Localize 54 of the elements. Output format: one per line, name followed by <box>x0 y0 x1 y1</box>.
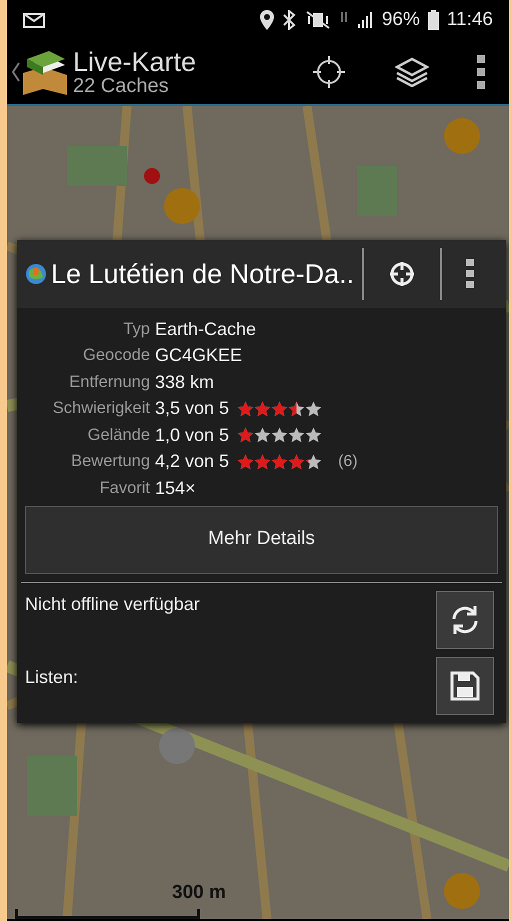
layers-icon[interactable] <box>395 57 429 87</box>
field-label: Typ <box>122 318 151 340</box>
field-label: Schwierigkeit <box>52 398 151 420</box>
battery-percentage: 96% <box>382 8 420 32</box>
earth-cache-icon <box>25 263 47 285</box>
star-icon <box>254 400 272 417</box>
refresh-button[interactable] <box>436 590 494 648</box>
star-icon <box>237 454 254 470</box>
field-label: Entfernung <box>68 372 151 393</box>
star-icon <box>305 454 322 470</box>
signal-icon <box>340 10 374 30</box>
battery-icon <box>428 10 439 30</box>
clock-time: 11:46 <box>446 8 493 32</box>
star-icon <box>254 427 272 444</box>
star-icon <box>254 454 272 470</box>
field-value: 154× <box>155 476 196 500</box>
scale-label: 300 m <box>172 880 226 904</box>
field-label: Bewertung <box>70 451 151 472</box>
rating-count: (6) <box>338 452 358 472</box>
lists-label: Listen: <box>25 666 80 688</box>
location-pin-icon <box>260 10 274 30</box>
field-label: Geocode <box>82 345 151 366</box>
field-value: Earth-Cache <box>155 318 256 341</box>
star-icon <box>271 400 288 417</box>
bluetooth-icon <box>282 10 296 30</box>
star-icon <box>271 427 288 444</box>
overflow-menu-icon[interactable] <box>466 259 474 289</box>
offline-status-text: Nicht offline verfügbar <box>25 592 201 616</box>
star-icon <box>305 427 322 444</box>
star-icon <box>271 454 288 470</box>
star-icon <box>237 427 254 444</box>
crosshair-icon[interactable] <box>311 54 347 90</box>
cache-count: 22 Caches <box>73 76 170 96</box>
star-icon <box>288 454 306 470</box>
field-value: 1,0 von 5 <box>155 424 230 447</box>
field-value: 3,5 von 5 <box>155 397 230 420</box>
field-value: 338 km <box>155 370 214 394</box>
field-value: 4,2 von 5 <box>155 450 230 474</box>
overflow-menu-icon[interactable] <box>477 55 485 89</box>
vibrate-mute-icon <box>304 10 332 30</box>
save-button[interactable] <box>436 656 494 714</box>
field-label: Favorit <box>98 478 151 499</box>
star-icon <box>237 400 254 417</box>
field-label: Gelände <box>86 424 151 446</box>
cache-title: Le Lutétien de Notre-Da.. <box>51 258 354 291</box>
mail-icon <box>23 12 45 28</box>
star-icon <box>305 400 322 417</box>
star-icon <box>288 400 306 417</box>
field-value: GC4GKEE <box>155 344 242 368</box>
more-details-button[interactable]: Mehr Details <box>25 506 498 574</box>
compass-icon[interactable] <box>388 260 416 288</box>
screen-title: Live-Karte <box>73 48 196 76</box>
back-caret-icon[interactable] <box>11 61 21 83</box>
star-icon <box>288 427 306 444</box>
